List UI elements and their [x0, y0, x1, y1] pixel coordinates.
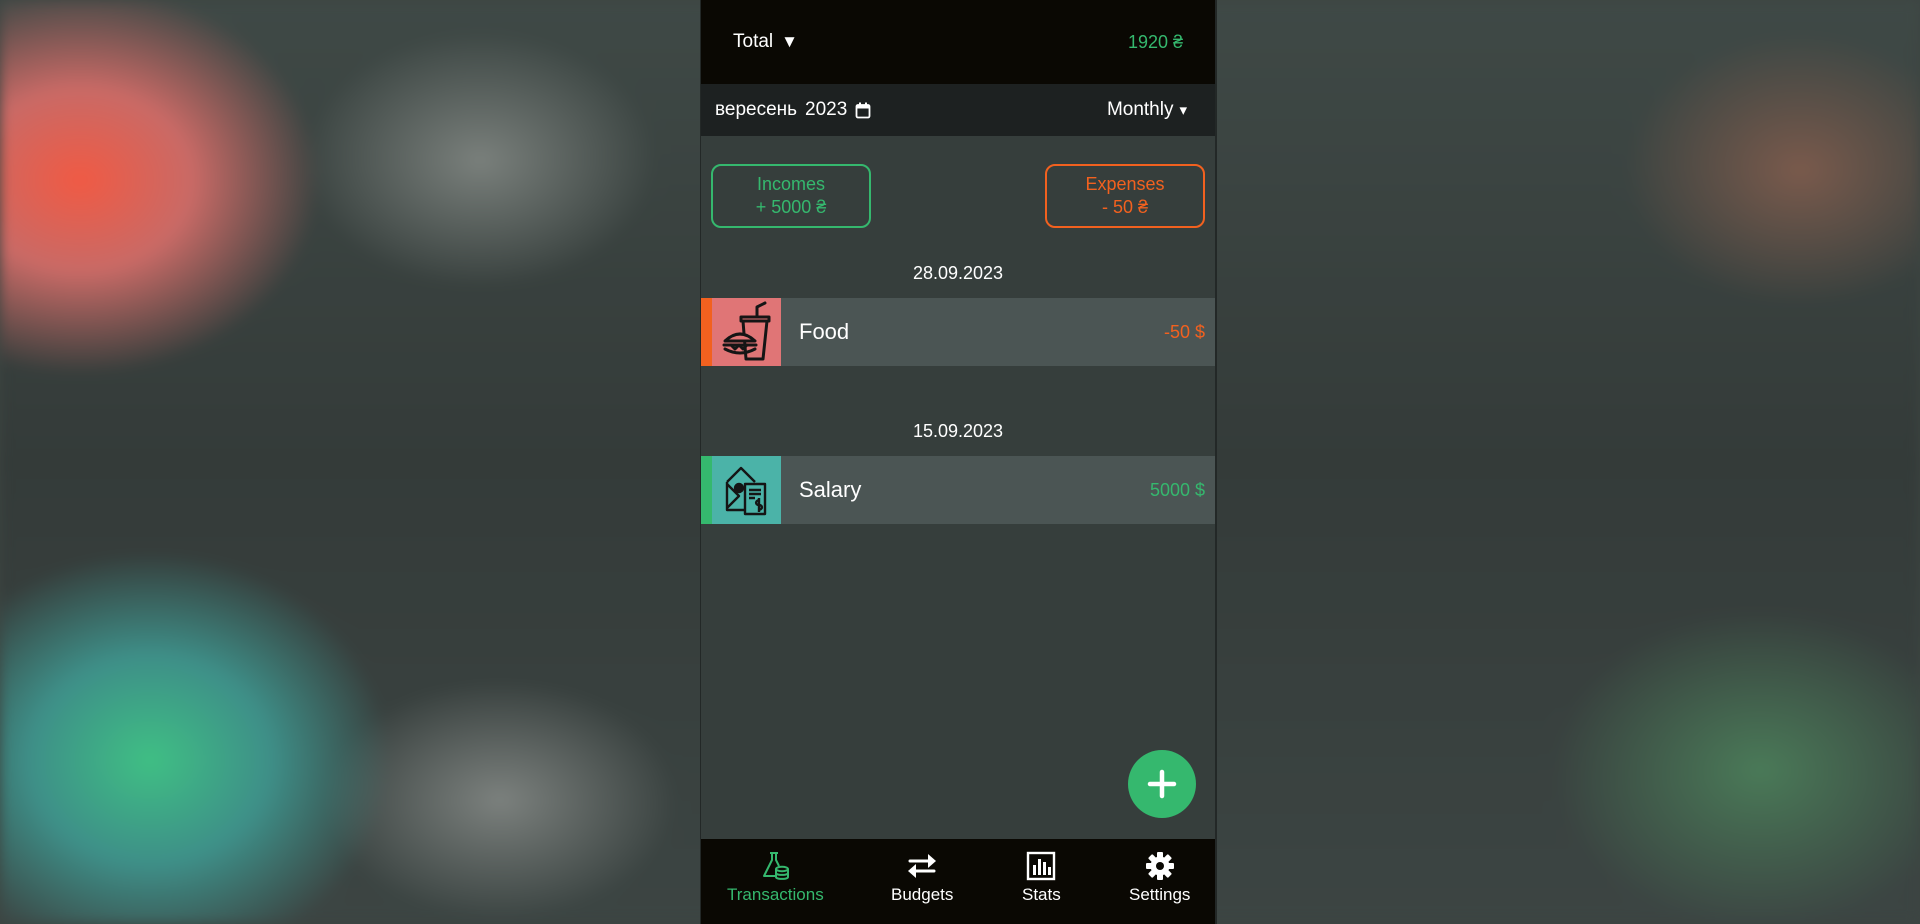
incomes-button[interactable]: Incomes + 5000 ₴: [711, 164, 871, 228]
fast-food-icon: [712, 298, 781, 366]
expenses-button[interactable]: Expenses - 50 ₴: [1045, 164, 1205, 228]
nav-budgets[interactable]: Budgets: [891, 851, 953, 905]
transaction-row[interactable]: Salary 5000 $: [701, 456, 1215, 524]
incomes-label: Incomes: [756, 174, 826, 194]
category-stripe: [701, 298, 712, 366]
bottom-navigation: Transactions Budgets Stats Settings: [701, 839, 1215, 924]
transaction-row[interactable]: Food -50 $: [701, 298, 1215, 366]
period-select[interactable]: Monthly ▾: [1107, 99, 1187, 121]
account-label: Total: [733, 31, 774, 52]
expenses-label: Expenses: [1085, 174, 1165, 194]
period-label: Monthly: [1106, 99, 1174, 120]
incomes-value: + 5000 ₴: [755, 197, 827, 217]
app-window: Total ▼ 1920 ₴ вересень 2023 Monthly ▾ I: [700, 0, 1217, 924]
period-bar: вересень 2023 Monthly ▾: [701, 84, 1215, 136]
nav-settings[interactable]: Settings: [1129, 851, 1190, 905]
gear-icon: [1145, 852, 1174, 880]
calendar-icon[interactable]: [855, 102, 871, 119]
chevron-down-icon: ▾: [1179, 102, 1187, 119]
nav-stats-label: Stats: [1022, 885, 1061, 904]
month-picker[interactable]: вересень 2023: [715, 99, 871, 121]
add-transaction-button[interactable]: [1128, 750, 1196, 818]
nav-transactions-label: Transactions: [727, 885, 824, 904]
transfer-arrows-icon: [908, 854, 937, 878]
salary-envelope-icon: [712, 456, 781, 524]
top-bar: Total ▼ 1920 ₴: [701, 0, 1215, 84]
category-stripe: [701, 456, 712, 524]
nav-transactions[interactable]: Transactions: [727, 851, 824, 905]
year-label: 2023: [805, 99, 848, 120]
total-balance: 1920 ₴: [1127, 31, 1183, 52]
plus-icon: [1147, 769, 1177, 799]
bar-chart-icon: [1027, 851, 1056, 881]
date-header: 15.09.2023: [912, 421, 1004, 441]
nav-budgets-label: Budgets: [891, 885, 954, 904]
flask-coins-icon: [763, 852, 790, 880]
transaction-name: Salary: [799, 477, 862, 502]
transaction-name: Food: [799, 319, 850, 344]
month-label: вересень: [715, 99, 798, 120]
transaction-amount: -50 $: [1163, 321, 1205, 342]
expenses-value: - 50 ₴: [1101, 197, 1149, 217]
nav-settings-label: Settings: [1129, 885, 1191, 904]
summary-section: Incomes + 5000 ₴ Expenses - 50 ₴: [701, 136, 1215, 228]
nav-stats[interactable]: Stats: [1022, 851, 1061, 905]
date-header: 28.09.2023: [912, 263, 1004, 283]
transaction-amount: 5000 $: [1149, 479, 1205, 500]
dropdown-caret-icon: ▼: [781, 32, 798, 51]
account-selector[interactable]: Total ▼: [733, 31, 798, 53]
